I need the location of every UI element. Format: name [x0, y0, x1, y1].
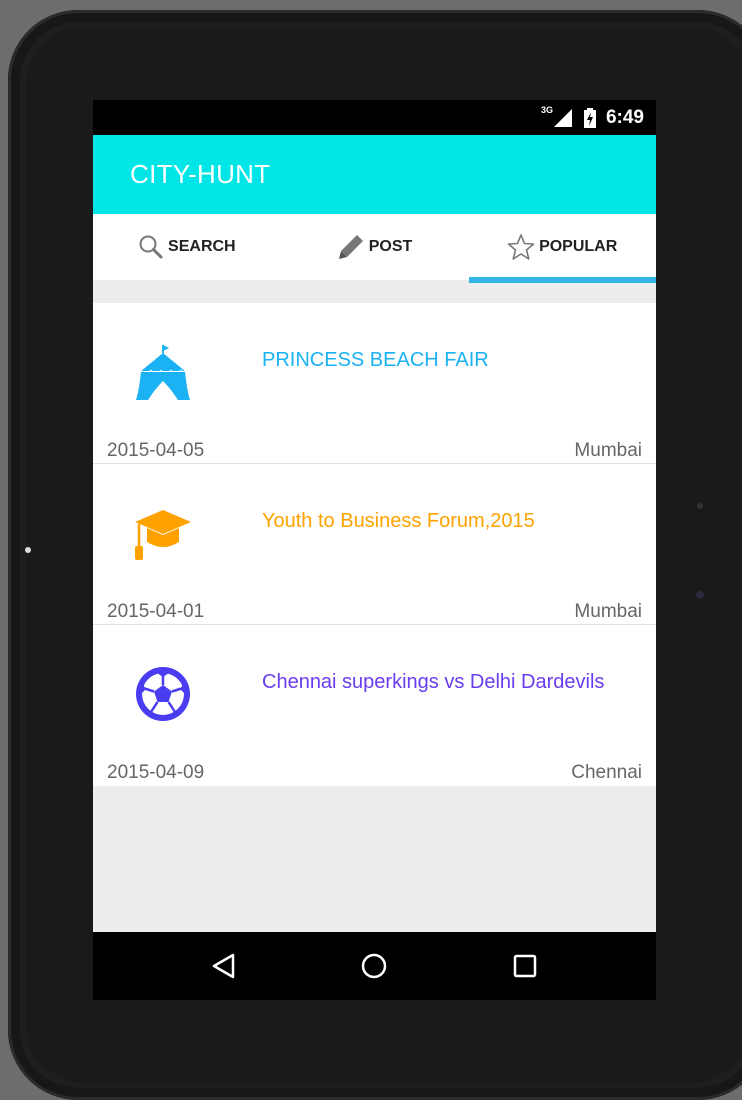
event-list: PRINCESS BEACH FAIR 2015-04-05 Mumbai Yo… [93, 303, 656, 786]
front-camera [25, 547, 31, 553]
app-bar: CITY-HUNT [93, 135, 656, 214]
tab-bar: SEARCH POST POPULAR [93, 214, 656, 283]
back-button[interactable] [204, 946, 244, 986]
star-icon [507, 233, 535, 261]
tab-search-label: SEARCH [168, 238, 236, 255]
event-city: Mumbai [574, 440, 642, 461]
network-type: 3G [540, 104, 553, 115]
recents-icon [513, 954, 537, 978]
tab-post-label: POST [368, 238, 413, 255]
app-title: CITY-HUNT [130, 159, 271, 189]
home-button[interactable] [354, 946, 394, 986]
tab-search[interactable]: SEARCH [93, 214, 281, 280]
clock: 6:49 [605, 106, 644, 128]
pencil-icon [337, 233, 365, 261]
list-item[interactable]: PRINCESS BEACH FAIR 2015-04-05 Mumbai [93, 303, 656, 464]
battery-icon [583, 107, 596, 128]
system-navigation-bar [93, 932, 656, 1000]
graduation-cap-icon [133, 502, 193, 564]
soccer-ball-icon [133, 663, 193, 725]
tab-popular-label: POPULAR [539, 238, 618, 255]
side-sensor-top [697, 503, 703, 509]
list-item[interactable]: Youth to Business Forum,2015 2015-04-01 … [93, 464, 656, 625]
recents-button[interactable] [505, 946, 545, 986]
event-date: 2015-04-09 [107, 762, 205, 783]
signal-indicator: 3G [541, 105, 572, 127]
event-date: 2015-04-01 [107, 601, 205, 622]
list-item[interactable]: Chennai superkings vs Delhi Dardevils 20… [93, 625, 656, 786]
tab-post[interactable]: POST [281, 214, 469, 280]
tent-icon [133, 341, 193, 403]
event-date: 2015-04-05 [107, 440, 205, 461]
event-city: Chennai [571, 762, 642, 783]
home-icon [362, 953, 387, 979]
app-screen: 3G 6:49 CITY-HUNT SEARCH POST POPULAR PR… [93, 100, 656, 1000]
tab-popular[interactable]: POPULAR [468, 214, 656, 280]
back-icon [212, 953, 235, 979]
side-sensor-bottom [696, 591, 704, 599]
event-name: Youth to Business Forum,2015 [262, 510, 535, 532]
signal-icon [553, 108, 572, 127]
status-bar: 3G 6:49 [93, 100, 656, 135]
event-name: Chennai superkings vs Delhi Dardevils [262, 671, 605, 693]
search-icon [138, 234, 164, 260]
event-city: Mumbai [574, 601, 642, 622]
tab-selected-indicator [469, 277, 656, 283]
event-name: PRINCESS BEACH FAIR [262, 349, 489, 371]
